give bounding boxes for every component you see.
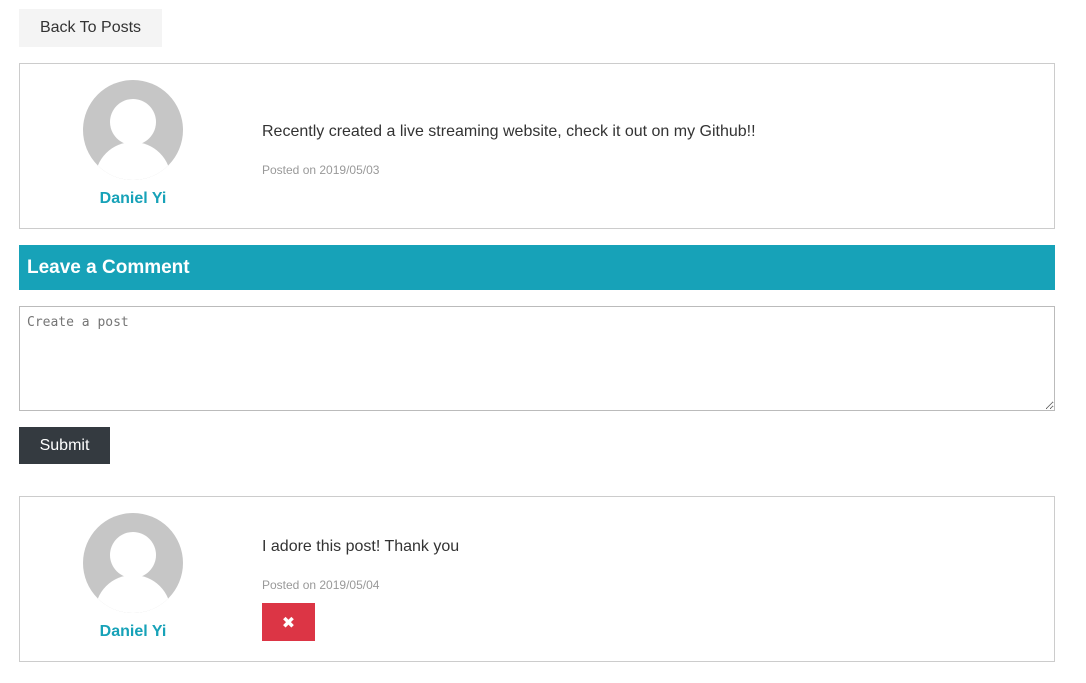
post-author[interactable]: Daniel Yi — [33, 190, 233, 208]
post-card: Daniel Yi Recently created a live stream… — [19, 63, 1055, 229]
post-text: Recently created a live streaming websit… — [262, 123, 756, 140]
comment-input[interactable] — [19, 306, 1055, 411]
submit-button[interactable]: Submit — [19, 427, 110, 464]
delete-comment-button[interactable]: ✖ — [262, 603, 315, 641]
comment-date: Posted on 2019/05/04 — [262, 578, 380, 592]
leave-comment-header: Leave a Comment — [19, 245, 1055, 290]
avatar — [83, 513, 183, 613]
comment-card: Daniel Yi I adore this post! Thank you P… — [19, 496, 1055, 662]
comment-author[interactable]: Daniel Yi — [33, 623, 233, 641]
user-silhouette-icon — [95, 532, 171, 613]
user-silhouette-icon — [95, 99, 171, 180]
back-to-posts-button[interactable]: Back To Posts — [19, 9, 162, 47]
avatar — [83, 80, 183, 180]
close-icon: ✖ — [281, 612, 296, 632]
comment-text: I adore this post! Thank you — [262, 538, 460, 555]
post-date: Posted on 2019/05/03 — [262, 163, 380, 177]
